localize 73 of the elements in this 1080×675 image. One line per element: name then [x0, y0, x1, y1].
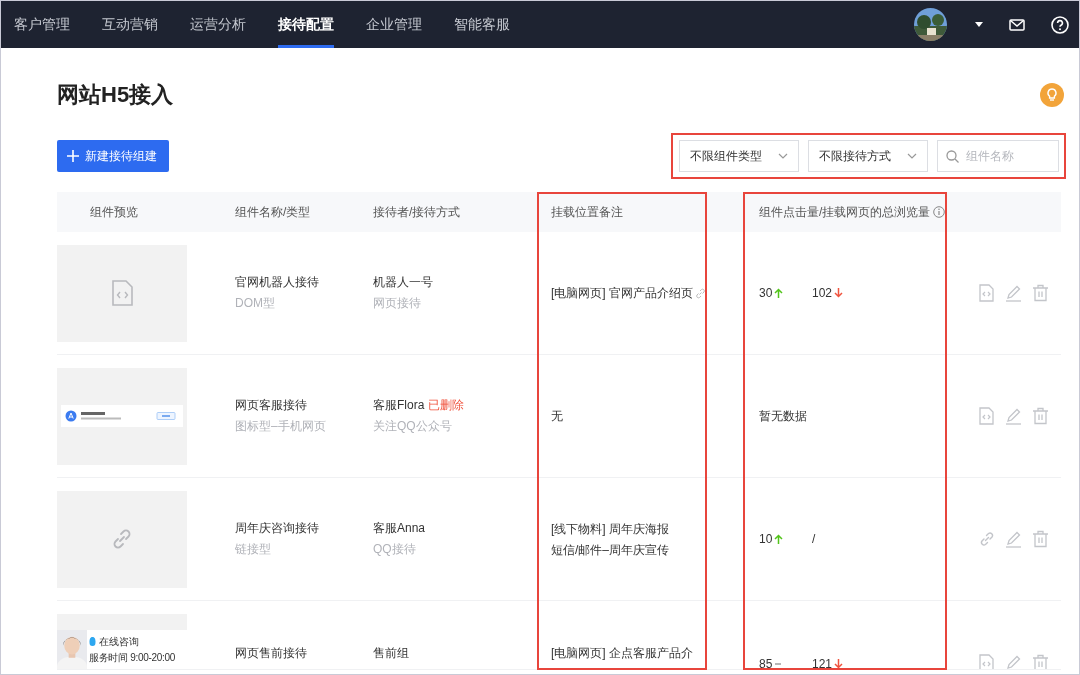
column-header: 组件名称/类型 — [235, 203, 311, 221]
reception-mode: 关注QQ公众号 — [373, 418, 453, 435]
column-header: 接待者/接待方式 — [373, 203, 461, 221]
component-type: 链接型 — [235, 541, 272, 558]
nav-tab[interactable]: 客户管理 — [14, 1, 102, 48]
search-field[interactable]: 组件名称 — [937, 140, 1059, 172]
view-count: 121 — [812, 657, 833, 669]
receiver-name: 机器人一号 — [373, 274, 433, 291]
nav-tab[interactable]: 企业管理 — [366, 1, 454, 48]
caret-icon[interactable] — [975, 22, 983, 27]
up-arrow-icon — [774, 288, 784, 298]
edit-icon[interactable] — [1005, 530, 1022, 548]
code-file-icon — [111, 280, 133, 306]
reception-mode: 网页接待 — [373, 295, 422, 312]
column-header: 组件预览 — [90, 203, 138, 221]
no-data-text: 暂无数据 — [759, 407, 807, 425]
edit-icon[interactable] — [1005, 407, 1022, 425]
delete-icon[interactable] — [1032, 530, 1049, 548]
receiver-name: 客服Anna — [373, 520, 426, 537]
filter-dropdown[interactable]: 不限接待方式 — [808, 140, 928, 172]
mail-icon[interactable] — [1009, 18, 1025, 31]
page-title: 网站H5接入 — [57, 81, 174, 109]
mount-note: [线下物料] 周年庆海报 — [551, 520, 669, 537]
delete-icon[interactable] — [1032, 284, 1049, 302]
new-button[interactable]: 新建接待组建 — [57, 140, 169, 172]
component-type: DOM型 — [235, 295, 276, 312]
deleted-tag: 已删除 — [428, 397, 465, 414]
down-arrow-icon — [834, 659, 844, 669]
column-header: 挂载位置备注 — [551, 203, 623, 221]
up-arrow-icon — [774, 534, 784, 544]
help-icon[interactable] — [1051, 15, 1069, 34]
view-count: 102 — [812, 286, 833, 300]
link-icon[interactable] — [695, 287, 706, 299]
mount-note: [电脑网页] 企点客服产品介 — [551, 645, 693, 661]
chat-icon — [89, 637, 96, 647]
receiver-name: 客服Flora — [373, 397, 425, 414]
link-icon[interactable] — [978, 530, 995, 548]
info-icon[interactable] — [933, 206, 946, 218]
delete-icon[interactable] — [1032, 654, 1049, 669]
edit-icon[interactable] — [1005, 284, 1022, 302]
lightbulb-icon[interactable] — [1040, 83, 1064, 107]
card-title: 在线咨询 — [99, 635, 139, 649]
chevron-down-icon — [778, 153, 788, 159]
nav-tab[interactable]: 运营分析 — [190, 1, 278, 48]
component-name: 网页售前接待 — [235, 645, 307, 662]
mount-note: 无 — [551, 408, 563, 424]
click-count: 30 — [759, 286, 773, 300]
chevron-down-icon — [907, 153, 917, 159]
plus-icon — [67, 150, 79, 162]
click-count: 10 — [759, 532, 773, 546]
nav-tab[interactable]: 智能客服 — [454, 1, 542, 48]
click-count: 85 — [759, 657, 773, 669]
filter-dropdown[interactable]: 不限组件类型 — [679, 140, 799, 172]
receiver-name: 售前组 — [373, 645, 409, 662]
component-name: 周年庆咨询接待 — [235, 520, 319, 537]
code-file-icon[interactable] — [978, 284, 995, 302]
view-count: / — [812, 532, 816, 546]
component-type: 图标型–手机网页 — [235, 418, 326, 435]
edit-icon[interactable] — [1005, 654, 1022, 669]
mount-note: [电脑网页] 官网产品介绍页 — [551, 285, 693, 301]
code-file-icon[interactable] — [978, 654, 995, 669]
delete-icon[interactable] — [1032, 407, 1049, 425]
down-arrow-icon — [834, 288, 844, 298]
nav-tab[interactable]: 接待配置 — [278, 1, 366, 48]
search-icon — [946, 150, 959, 163]
component-name: 网页客服接待 — [235, 397, 308, 414]
code-file-icon[interactable] — [978, 407, 995, 425]
mount-note: 短信/邮件–周年庆宣传 — [551, 541, 669, 558]
reception-mode: QQ接待 — [373, 541, 417, 558]
nav-tab[interactable]: 互动营销 — [102, 1, 190, 48]
component-name: 官网机器人接待 — [235, 274, 319, 291]
card-subtitle: 服务时间 9:00-20:00 — [89, 651, 176, 665]
column-header: 组件点击量/挂载网页的总浏览量 — [759, 203, 931, 221]
